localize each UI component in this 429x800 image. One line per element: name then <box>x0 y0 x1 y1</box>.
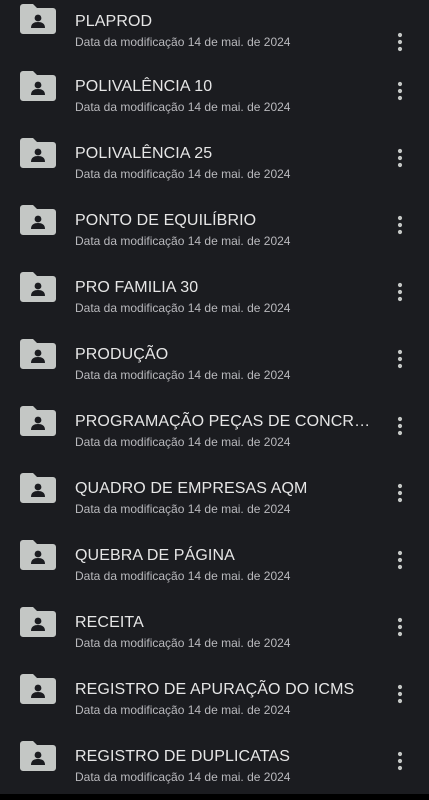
file-modified-date: Data da modificação 14 de mai. de 2024 <box>75 167 291 181</box>
more-vert-icon <box>388 146 412 170</box>
file-text: POLIVALÊNCIA 25 Data da modificação 14 de… <box>75 144 375 182</box>
file-title: POLIVALÊNCIA 10 <box>75 78 213 95</box>
file-text: REGISTRO DE DUPLICATAS Data da modificaçã… <box>75 747 375 785</box>
more-options-button[interactable] <box>388 615 412 639</box>
file-title: QUADRO DE EMPRESAS AQM <box>75 480 308 497</box>
shared-folder-icon <box>20 339 56 369</box>
file-title: PLAPROD <box>75 13 153 30</box>
more-vert-icon <box>388 615 412 639</box>
file-row[interactable]: PRO FAMILIA 30 Data da modificação 14 de … <box>0 258 429 325</box>
file-modified-date: Data da modificação 14 de mai. de 2024 <box>75 368 291 382</box>
file-title: POLIVALÊNCIA 25 <box>75 145 213 162</box>
file-title: PROGRAMAÇÃO PEÇAS DE CONCR… <box>75 413 371 430</box>
more-vert-icon <box>388 749 412 773</box>
file-title: REGISTRO DE DUPLICATAS <box>75 748 290 765</box>
more-vert-icon <box>388 79 412 103</box>
file-modified-date: Data da modificação 14 de mai. de 2024 <box>75 301 291 315</box>
file-row[interactable]: PROGRAMAÇÃO PEÇAS DE CONCR… Data da modif… <box>0 392 429 459</box>
file-modified-date: Data da modificação 14 de mai. de 2024 <box>75 569 291 583</box>
more-vert-icon <box>388 682 412 706</box>
file-text: QUEBRA DE PÁGINA Data da modificação 14 d… <box>75 546 375 584</box>
more-vert-icon <box>388 548 412 572</box>
file-text: PLAPROD Data da modificação 14 de mai. de… <box>75 12 375 50</box>
file-modified-date: Data da modificação 14 de mai. de 2024 <box>75 636 291 650</box>
file-row[interactable]: RECEITA Data da modificação 14 de mai. de… <box>0 593 429 660</box>
shared-folder-icon <box>20 741 56 771</box>
shared-folder-icon <box>20 71 56 101</box>
file-modified-date: Data da modificação 14 de mai. de 2024 <box>75 35 291 49</box>
more-options-button[interactable] <box>388 414 412 438</box>
more-vert-icon <box>388 347 412 371</box>
file-text: QUADRO DE EMPRESAS AQM Data da modificaçã… <box>75 479 375 517</box>
file-modified-date: Data da modificação 14 de mai. de 2024 <box>75 703 291 717</box>
more-options-button[interactable] <box>388 749 412 773</box>
file-title: RECEITA <box>75 614 144 631</box>
file-text: RECEITA Data da modificação 14 de mai. de… <box>75 613 375 651</box>
file-row[interactable]: PONTO DE EQUILÍBRIO Data da modificação 1… <box>0 191 429 258</box>
more-options-button[interactable] <box>388 146 412 170</box>
bottom-edge <box>0 794 429 800</box>
shared-folder-icon <box>20 272 56 302</box>
more-options-button[interactable] <box>388 30 412 54</box>
more-options-button[interactable] <box>388 548 412 572</box>
shared-folder-icon <box>20 540 56 570</box>
more-options-button[interactable] <box>388 682 412 706</box>
file-modified-date: Data da modificação 14 de mai. de 2024 <box>75 502 291 516</box>
file-title: PRO FAMILIA 30 <box>75 279 199 296</box>
file-text: POLIVALÊNCIA 10 Data da modificação 14 de… <box>75 77 375 115</box>
shared-folder-icon <box>20 473 56 503</box>
file-row[interactable]: PLAPROD Data da modificação 14 de mai. de… <box>0 0 429 57</box>
file-row[interactable]: REGISTRO DE DUPLICATAS Data da modificaçã… <box>0 727 429 794</box>
file-modified-date: Data da modificação 14 de mai. de 2024 <box>75 770 291 784</box>
file-row[interactable]: POLIVALÊNCIA 10 Data da modificação 14 de… <box>0 57 429 124</box>
file-text: PRO FAMILIA 30 Data da modificação 14 de … <box>75 278 375 316</box>
file-text: PRODUÇÃO Data da modificação 14 de mai. d… <box>75 345 375 383</box>
file-list: PLAPROD Data da modificação 14 de mai. de… <box>0 0 429 800</box>
file-title: PONTO DE EQUILÍBRIO <box>75 212 257 229</box>
file-row[interactable]: QUADRO DE EMPRESAS AQM Data da modificaçã… <box>0 459 429 526</box>
file-text: REGISTRO DE APURAÇÃO DO ICMS Data da modi… <box>75 680 375 718</box>
file-row[interactable]: QUEBRA DE PÁGINA Data da modificação 14 d… <box>0 526 429 593</box>
file-title: PRODUÇÃO <box>75 346 169 363</box>
file-row[interactable]: PRODUÇÃO Data da modificação 14 de mai. d… <box>0 325 429 392</box>
shared-folder-icon <box>20 138 56 168</box>
more-vert-icon <box>388 30 412 54</box>
more-vert-icon <box>388 414 412 438</box>
more-vert-icon <box>388 213 412 237</box>
more-options-button[interactable] <box>388 347 412 371</box>
more-vert-icon <box>388 280 412 304</box>
shared-folder-icon <box>20 4 56 34</box>
shared-folder-icon <box>20 674 56 704</box>
more-vert-icon <box>388 481 412 505</box>
more-options-button[interactable] <box>388 79 412 103</box>
file-modified-date: Data da modificação 14 de mai. de 2024 <box>75 100 291 114</box>
file-title: QUEBRA DE PÁGINA <box>75 547 235 564</box>
shared-folder-icon <box>20 607 56 637</box>
shared-folder-icon <box>20 406 56 436</box>
more-options-button[interactable] <box>388 213 412 237</box>
file-row[interactable]: REGISTRO DE APURAÇÃO DO ICMS Data da modi… <box>0 660 429 727</box>
shared-folder-icon <box>20 205 56 235</box>
file-modified-date: Data da modificação 14 de mai. de 2024 <box>75 435 291 449</box>
file-title: REGISTRO DE APURAÇÃO DO ICMS <box>75 681 355 698</box>
file-modified-date: Data da modificação 14 de mai. de 2024 <box>75 234 291 248</box>
file-text: PONTO DE EQUILÍBRIO Data da modificação 1… <box>75 211 375 249</box>
file-text: PROGRAMAÇÃO PEÇAS DE CONCR… Data da modif… <box>75 412 375 450</box>
file-row[interactable]: POLIVALÊNCIA 25 Data da modificação 14 de… <box>0 124 429 191</box>
more-options-button[interactable] <box>388 280 412 304</box>
more-options-button[interactable] <box>388 481 412 505</box>
